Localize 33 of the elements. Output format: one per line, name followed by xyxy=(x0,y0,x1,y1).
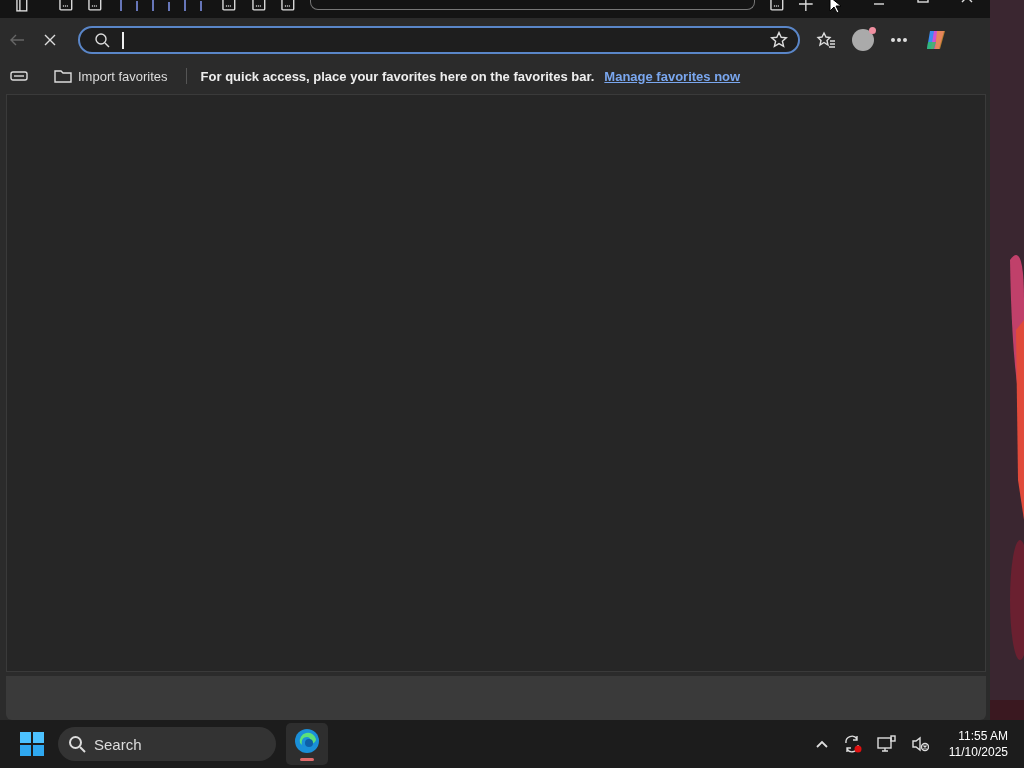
favorites-icon[interactable] xyxy=(816,31,836,50)
profile-avatar[interactable] xyxy=(852,29,874,52)
tab-icon[interactable] xyxy=(57,0,74,13)
chevron-up-icon[interactable] xyxy=(814,739,829,749)
tab-icon[interactable] xyxy=(280,0,297,13)
folder-icon xyxy=(54,68,72,85)
search-icon xyxy=(68,735,86,753)
tab-icon[interactable] xyxy=(87,0,103,13)
tab-icon[interactable] xyxy=(768,0,785,13)
start-icon[interactable] xyxy=(20,732,44,756)
favorites-menu-icon[interactable] xyxy=(10,69,28,84)
favorite-star-icon[interactable] xyxy=(770,31,788,50)
cursor-icon xyxy=(828,0,842,14)
browser-icon xyxy=(294,727,320,754)
more-icon[interactable] xyxy=(890,37,908,44)
favorites-bar-message: For quick access, place your favorites here on the favorites bar. xyxy=(200,68,595,84)
new-tab-icon[interactable] xyxy=(798,0,814,13)
tab-icon[interactable] xyxy=(221,0,237,13)
clock-time: 11:55 AM xyxy=(958,728,1008,744)
taskbar-search-field[interactable]: Search xyxy=(58,727,276,761)
notification-dot xyxy=(869,27,876,35)
vertical-tabs-icon[interactable] xyxy=(14,0,30,13)
muted-speaker-icon[interactable] xyxy=(910,735,929,753)
taskbar-app[interactable] xyxy=(286,723,328,765)
search-icon xyxy=(94,32,110,49)
manage-favorites-link[interactable]: Manage favorites now xyxy=(604,68,741,84)
import-favorites-button[interactable]: Import favorites xyxy=(50,68,172,85)
clock-date: 11/10/2025 xyxy=(948,744,1008,760)
address-bar[interactable] xyxy=(78,26,800,55)
tab-icon[interactable] xyxy=(250,0,267,13)
network-icon[interactable] xyxy=(876,735,897,753)
tab[interactable] xyxy=(310,0,755,11)
sync-icon[interactable] xyxy=(842,735,863,753)
